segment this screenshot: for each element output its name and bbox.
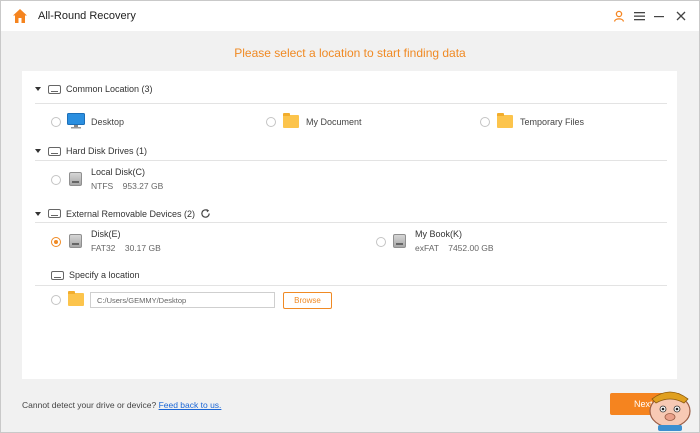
divider (35, 285, 667, 286)
divider (35, 103, 667, 104)
minimize-button[interactable] (650, 7, 668, 25)
close-icon (676, 11, 686, 21)
radio-specify-location[interactable] (51, 295, 61, 305)
user-icon (613, 10, 625, 22)
desktop-monitor-icon (67, 113, 85, 129)
main-content: Please select a location to start findin… (1, 31, 699, 432)
hard-disk-icon (69, 172, 82, 186)
section-header-common[interactable]: Common Location (3) (35, 84, 153, 94)
page-prompt: Please select a location to start findin… (234, 46, 466, 60)
drive-info-disk-e: FAT32 30.17 GB (91, 243, 161, 253)
footer-message: Cannot detect your drive or device? Feed… (22, 400, 221, 410)
drive-name-my-book-k: My Book(K) (415, 229, 463, 239)
drive-icon (48, 84, 61, 94)
app-window: All-Round Recovery Please select a locat… (0, 0, 700, 433)
folder-icon (497, 113, 513, 128)
drive-name-local-disk-c: Local Disk(C) (91, 167, 146, 177)
removable-disk-icon (393, 234, 406, 248)
feedback-link[interactable]: Feed back to us. (159, 400, 222, 410)
browse-button[interactable]: Browse (283, 292, 332, 309)
account-button[interactable] (610, 7, 628, 25)
radio-local-disk-c[interactable] (51, 175, 61, 185)
drive-info-local-disk-c: NTFS 953.27 GB (91, 181, 164, 191)
folder-icon (68, 291, 84, 306)
removable-disk-icon (69, 234, 82, 248)
location-label-temporary-files: Temporary Files (520, 117, 585, 127)
radio-desktop[interactable] (51, 117, 61, 127)
section-header-external[interactable]: External Removable Devices (2) (35, 208, 211, 219)
section-title-hdd: Hard Disk Drives (1) (66, 146, 148, 156)
radio-my-document[interactable] (266, 117, 276, 127)
radio-disk-e[interactable] (51, 237, 61, 247)
folder-icon (283, 113, 299, 128)
section-header-specify: Specify a location (51, 270, 140, 280)
radio-my-book-k[interactable] (376, 237, 386, 247)
section-header-hdd[interactable]: Hard Disk Drives (1) (35, 146, 147, 156)
section-title-external: External Removable Devices (2) (66, 208, 196, 219)
location-label-desktop: Desktop (91, 117, 125, 127)
section-title-common: Common Location (3) (66, 84, 153, 94)
footer-help-text: Cannot detect your drive or device? (22, 400, 157, 410)
drive-icon (48, 146, 61, 156)
section-title-specify: Specify a location (69, 270, 140, 280)
radio-temporary-files[interactable] (480, 117, 490, 127)
hamburger-menu-icon (633, 12, 645, 21)
drive-info-my-book-k: exFAT 7452.00 GB (415, 243, 494, 253)
collapse-caret-icon[interactable] (35, 87, 41, 91)
menu-button[interactable] (630, 7, 648, 25)
drive-name-disk-e: Disk(E) (91, 229, 121, 239)
minimize-icon (654, 16, 664, 18)
drive-icon (48, 209, 61, 218)
collapse-caret-icon[interactable] (35, 149, 41, 153)
collapse-caret-icon[interactable] (35, 211, 41, 216)
window-title: All-Round Recovery (38, 10, 136, 22)
location-label-my-document: My Document (306, 117, 362, 127)
refresh-icon[interactable] (200, 208, 211, 219)
close-button[interactable] (672, 7, 690, 25)
home-icon (13, 9, 27, 23)
divider (35, 160, 667, 161)
divider (35, 222, 667, 223)
drive-icon (51, 270, 64, 280)
location-panel: Common Location (3) Desktop My Document … (22, 71, 677, 379)
path-input[interactable]: C:/Users/GEMMY/Desktop (90, 292, 275, 308)
mascot-badge-icon (649, 391, 691, 431)
title-bar: All-Round Recovery (1, 1, 699, 31)
